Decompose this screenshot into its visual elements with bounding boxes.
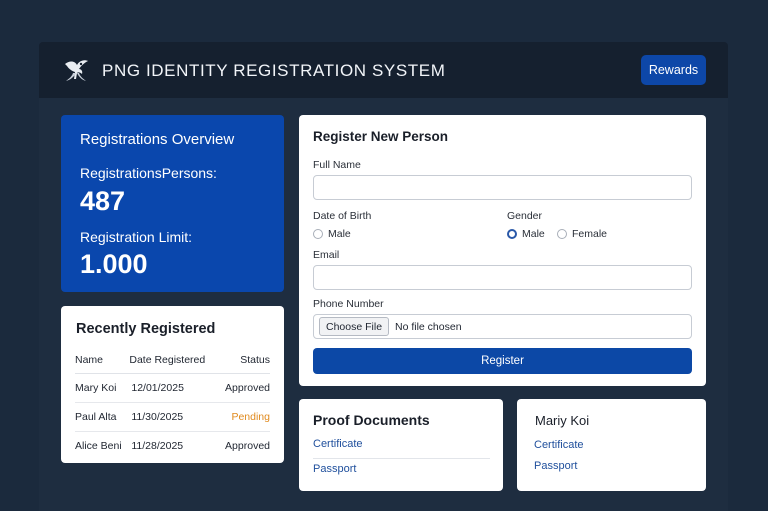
limit-label: Registration Limit: [80, 229, 193, 245]
file-input[interactable]: Choose File No file chosen [313, 314, 692, 339]
email-field[interactable] [313, 265, 692, 290]
person-name: Mariy Koi [535, 413, 590, 428]
header-bar: PNG IDENTITY REGISTRATION SYSTEM Rewards [39, 42, 728, 98]
bird-of-paradise-icon [65, 60, 88, 81]
row-name: Mary Koi [75, 373, 130, 403]
phone-label: Phone Number [313, 298, 384, 310]
recently-registered-card: Recently Registered Name Date Registered… [61, 306, 284, 463]
table-row[interactable]: Mary Koi 12/01/2025 Approved [75, 373, 270, 403]
proof-title: Proof Documents [313, 412, 430, 428]
full-name-label: Full Name [313, 159, 361, 171]
app-window: PNG IDENTITY REGISTRATION SYSTEM Rewards… [39, 42, 728, 511]
status-badge: Approved [225, 439, 270, 452]
recent-title: Recently Registered [76, 321, 216, 337]
form-title: Register New Person [313, 129, 449, 144]
persons-label: RegistrationsPersons: [80, 165, 217, 181]
radio-circle [313, 229, 323, 239]
passport-link[interactable]: Passport [313, 463, 356, 475]
choose-file-button[interactable]: Choose File [319, 317, 390, 336]
dob-label: Date of Birth [313, 210, 372, 222]
radio-circle-selected [507, 229, 517, 239]
row-name: Alice Beni [75, 439, 122, 452]
proof-documents-card: Proof Documents Certificate Passport [299, 399, 503, 491]
rewards-button[interactable]: Rewards [641, 55, 706, 85]
register-new-person-form: Register New Person Full Name Date of Bi… [299, 115, 706, 386]
dob-male-label: Male [328, 228, 351, 240]
registrations-overview-card: Registrations Overview RegistrationsPers… [61, 115, 284, 292]
person-card: Mariy Koi Certificate Passport [517, 399, 706, 491]
row-date: 11/30/2025 [129, 402, 218, 432]
divider [313, 458, 490, 459]
app-title: PNG IDENTITY REGISTRATION SYSTEM [102, 61, 446, 80]
column-header-status: Status [217, 347, 270, 374]
overview-title: Registrations Overview [80, 131, 235, 148]
no-file-text: No file chosen [395, 321, 462, 333]
persons-value: 487 [80, 186, 126, 216]
row-name: Paul Alta [75, 402, 130, 432]
column-header-name: Name [75, 347, 130, 374]
column-header-date: Date Registered [129, 347, 218, 374]
certificate-link[interactable]: Certificate [534, 439, 584, 451]
certificate-link[interactable]: Certificate [313, 438, 363, 450]
full-name-field[interactable] [313, 175, 692, 200]
gender-male-radio[interactable]: Male [507, 228, 545, 240]
radio-circle [557, 229, 567, 239]
gender-female-label: Female [572, 228, 608, 240]
limit-value: 1.000 [80, 249, 148, 279]
passport-link[interactable]: Passport [534, 460, 577, 472]
row-date: 12/01/2025 [129, 373, 218, 403]
gender-label: Gender [507, 210, 543, 222]
email-label: Email [313, 249, 340, 261]
status-badge: Approved [217, 373, 270, 403]
table-header-row: Name Date Registered Status [75, 347, 270, 374]
register-button[interactable]: Register [313, 348, 692, 374]
gender-male-label: Male [522, 228, 545, 240]
recent-table: Name Date Registered Status Mary Koi 12/… [75, 347, 270, 460]
status-badge: Pending [217, 402, 270, 432]
gender-female-radio[interactable]: Female [557, 228, 607, 240]
table-row[interactable]: Alice Beni 11/28/2025 Approved [75, 431, 270, 460]
dob-male-radio[interactable]: Male [313, 228, 351, 240]
row-date: 11/28/2025 [131, 439, 184, 452]
table-row[interactable]: Paul Alta 11/30/2025 Pending [75, 402, 270, 432]
